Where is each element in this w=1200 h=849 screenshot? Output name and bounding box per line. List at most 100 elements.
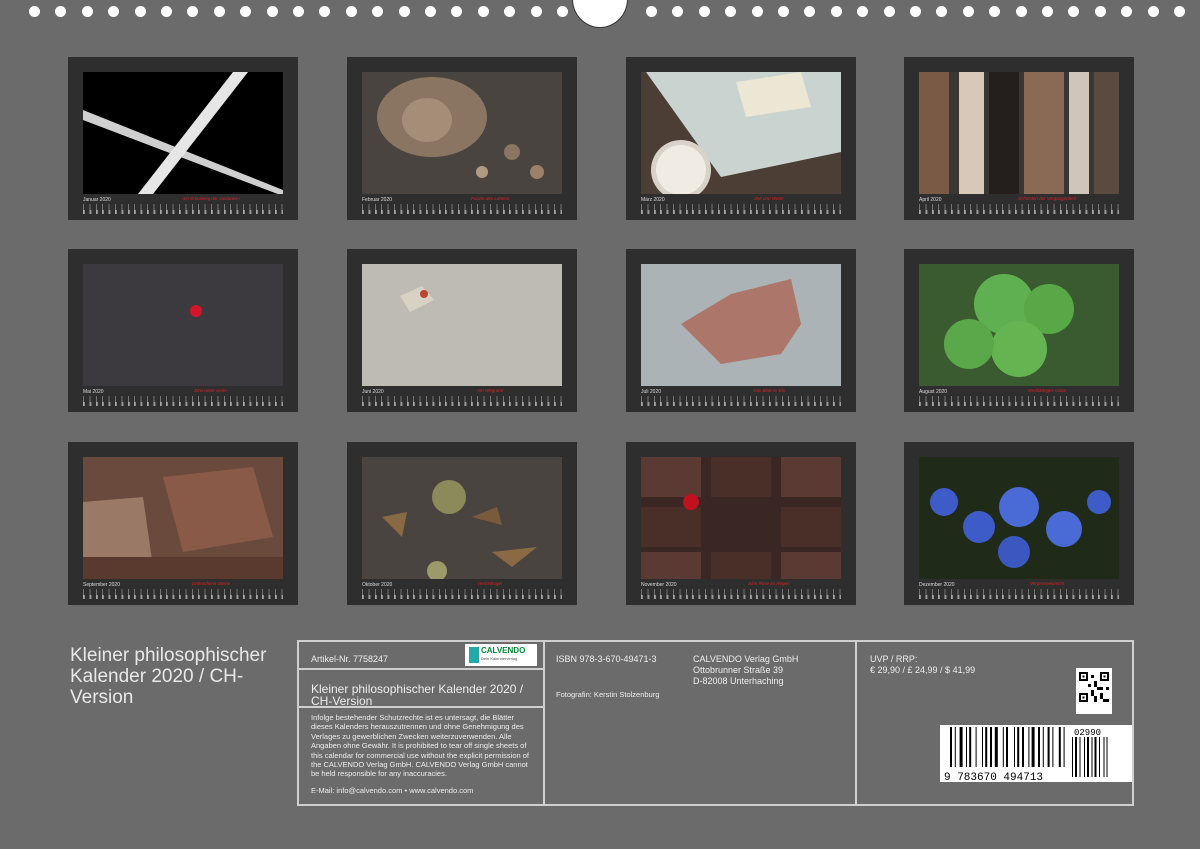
month-caption: Vierblättriges Glück [1027, 388, 1067, 393]
contact-text: E-Mail: info@calvendo.com • www.calvendo… [311, 786, 474, 795]
month-label: August 2020 [919, 389, 948, 395]
barcode-bar [966, 727, 967, 767]
month-august: August 2020 Vierblättriges Glück [904, 249, 1134, 412]
month-caption: Herbstkugel [477, 581, 502, 586]
binding-hole [477, 6, 489, 17]
binding-hole [266, 6, 278, 17]
qr-code [1076, 668, 1112, 714]
publisher-line-2: Ottobrunner Straße 39 [693, 665, 784, 675]
barcode-bar [975, 727, 977, 767]
month-caption: Am Kreuzweg der Gedanken [182, 196, 240, 201]
month-photo [83, 457, 283, 579]
month-caption: Eins unter vielen [194, 388, 228, 393]
binding-hole [372, 6, 384, 17]
price-label: UVP / RRP: [870, 654, 918, 664]
photographer: Fotografin: Kerstin Stolzenburg [556, 690, 660, 699]
month-photo [919, 457, 1119, 579]
binding-hole [293, 6, 304, 17]
addon-bar [1084, 737, 1085, 777]
calendar-title: Kleiner philosophischer Kalender 2020 / … [70, 645, 267, 708]
month-may: Mai 2020 Eins unter vielen [68, 249, 298, 412]
barcode-bar [1014, 727, 1015, 767]
month-caption: Am Wegrand [476, 388, 504, 393]
barcode-bar [985, 727, 988, 767]
binding-hole [1121, 6, 1133, 17]
day-numbers [362, 595, 562, 599]
binding-hole [55, 6, 67, 17]
binding-hole [187, 6, 199, 17]
binding-hole [451, 6, 463, 17]
day-numbers [919, 402, 1119, 406]
binding-hole [751, 6, 763, 17]
month-label: September 2020 [83, 582, 120, 588]
barcode-bar [1058, 727, 1061, 767]
binding-hole [29, 6, 40, 17]
binding-hole [530, 6, 542, 17]
month-caption: Das Blatt im Eis [753, 388, 785, 393]
month-photo [362, 457, 562, 579]
barcode: 9 783670 494713 02990 [940, 725, 1132, 784]
barcode-bar [950, 727, 952, 767]
month-label: März 2020 [641, 197, 665, 203]
binding-hole [778, 6, 789, 17]
addon-bar [1091, 737, 1093, 777]
month-label: November 2020 [641, 582, 677, 588]
day-numbers [919, 595, 1119, 599]
binding-hole [161, 6, 172, 17]
barcode-addon: 02990 [1074, 728, 1101, 738]
month-march: März 2020 Zeit und Worte [626, 57, 856, 220]
binding-hole [989, 6, 1001, 17]
binding-hole [857, 6, 869, 17]
month-january: Januar 2020 Am Kreuzweg der Gedanken [68, 57, 298, 220]
barcode-number: 9 783670 494713 [944, 772, 1043, 782]
month-photo [362, 264, 562, 386]
addon-bar [1094, 737, 1097, 777]
binding-hole [1147, 6, 1159, 17]
binding-hole [698, 6, 710, 17]
month-december: Dezember 2020 Vergissmeinnicht [904, 442, 1134, 605]
day-numbers [919, 210, 1119, 214]
binding-hole [936, 6, 948, 17]
month-september: September 2020 Gebrochene Steine [68, 442, 298, 605]
month-caption: Vergissmeinnicht [1029, 581, 1065, 586]
binding-hole [962, 6, 974, 17]
legal-text: Infolge bestehender Schutzrechte ist es … [311, 713, 530, 779]
barcode-bar [994, 727, 998, 767]
month-photo [919, 72, 1119, 194]
binding-hole [1174, 6, 1185, 17]
binding-hole [883, 6, 895, 17]
isbn: ISBN 978-3-670-49471-3 [556, 654, 657, 664]
publisher-line-3: D-82008 Unterhaching [693, 676, 784, 686]
logo-mark [469, 647, 479, 663]
barcode-bar [1038, 727, 1040, 767]
addon-bar [1103, 737, 1105, 777]
addon-bar [1075, 737, 1077, 777]
binding-hole [425, 6, 436, 17]
month-photo [83, 264, 283, 386]
binding-hole [398, 6, 410, 17]
month-caption: Puzzle des Lebens [470, 196, 510, 201]
barcode-bars: 9 783670 494713 02990 [944, 727, 1108, 784]
month-label: Dezember 2020 [919, 582, 955, 588]
month-photo [641, 457, 841, 579]
month-photo [919, 264, 1119, 386]
month-photo [83, 72, 283, 194]
binding-hole [672, 6, 684, 17]
month-label: Juli 2020 [641, 389, 662, 395]
day-numbers [83, 210, 283, 214]
barcode-bar [1063, 727, 1065, 767]
month-label: Oktober 2020 [362, 582, 393, 588]
day-numbers [641, 210, 841, 214]
addon-bar [1087, 737, 1089, 777]
binding-hole [1015, 6, 1027, 17]
month-label: Mai 2020 [83, 389, 104, 395]
month-october: Oktober 2020 Herbstkugel [347, 442, 577, 605]
barcode-bar [1031, 727, 1035, 767]
month-photo [362, 72, 562, 194]
month-july: Juli 2020 Das Blatt im Eis [626, 249, 856, 412]
month-caption: Eine Rose im Regen [748, 581, 790, 586]
binding-hole [910, 6, 921, 17]
barcode-bar [954, 727, 956, 767]
barcode-bar [969, 727, 972, 767]
calendar-hanger [572, 0, 628, 28]
